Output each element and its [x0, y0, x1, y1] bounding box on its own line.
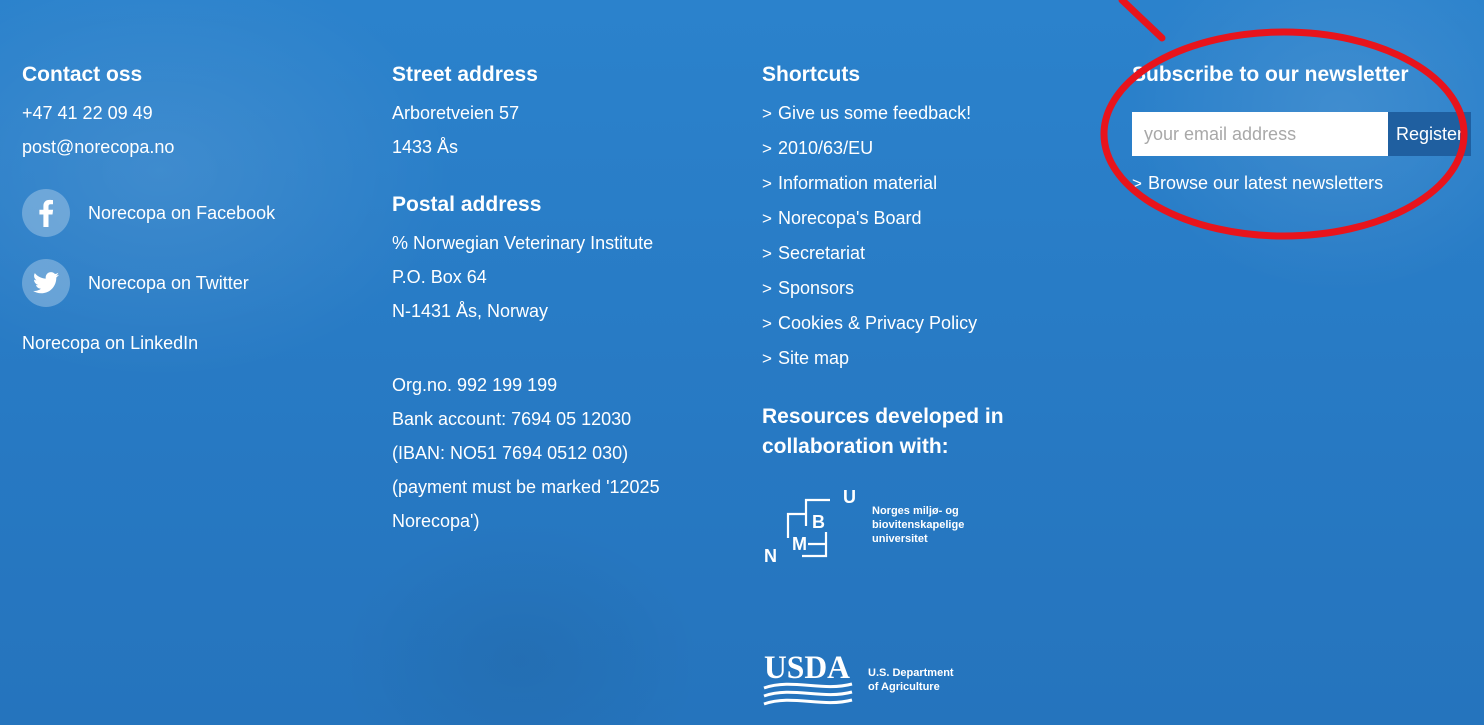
- shortcut-label: Give us some feedback!: [778, 103, 972, 123]
- shortcut-link-site-map[interactable]: > Site map: [762, 341, 1102, 376]
- usda-logo: USDA: [763, 650, 853, 706]
- shortcut-label: Information material: [778, 173, 938, 193]
- chevron-right-icon: >: [1132, 174, 1142, 193]
- shortcut-link-sponsors[interactable]: > Sponsors: [762, 271, 1102, 306]
- shortcut-link-directive[interactable]: >2010/63/EU: [762, 131, 1102, 166]
- twitter-label: Norecopa on Twitter: [88, 272, 249, 293]
- bank-account: Bank account: 7694 05 12030: [392, 409, 632, 429]
- usda-mark-text: USDA: [764, 650, 850, 686]
- nmbu-link[interactable]: U B M N Norges miljø- og biovitenskapeli…: [762, 486, 1102, 564]
- chevron-right-icon: >: [762, 139, 772, 158]
- register-button[interactable]: Register: [1388, 112, 1471, 156]
- shortcut-label: Secretariat: [778, 243, 866, 263]
- nmbu-letter-b: B: [812, 512, 825, 532]
- nmbu-name-line: biovitenskapelige: [872, 519, 965, 531]
- shortcut-link-information-material[interactable]: > Information material: [762, 166, 1102, 201]
- facebook-icon: [22, 189, 70, 237]
- postal-address-line: N-1431 Ås, Norway: [392, 301, 549, 321]
- postal-address-line: P.O. Box 64: [392, 267, 487, 287]
- facebook-label: Norecopa on Facebook: [88, 202, 276, 223]
- linkedin-link[interactable]: Norecopa on LinkedIn: [22, 328, 362, 358]
- shortcut-link-board[interactable]: > Norecopa's Board: [762, 201, 1102, 236]
- chevron-right-icon: >: [762, 349, 772, 368]
- nmbu-logo: U B M N: [764, 487, 856, 564]
- chevron-right-icon: >: [762, 174, 772, 193]
- shortcut-link-secretariat[interactable]: > Secretariat: [762, 236, 1102, 271]
- usda-name-line: U.S. Department: [868, 667, 954, 679]
- street-address-line: 1433 Ås: [392, 137, 459, 157]
- shortcut-link-cookies-privacy[interactable]: > Cookies & Privacy Policy: [762, 306, 1102, 341]
- nmbu-letter-n: N: [764, 546, 777, 564]
- chevron-right-icon: >: [762, 104, 772, 123]
- nmbu-name-line: universitet: [872, 533, 928, 545]
- org-number: Org.no. 992 199 199: [392, 375, 558, 395]
- nmbu-letter-m: M: [792, 534, 807, 554]
- newsletter-heading: Subscribe to our newsletter: [1132, 63, 1409, 86]
- iban: (IBAN: NO51 7694 0512 030): [392, 443, 629, 463]
- resources-heading-line: collaboration with:: [762, 435, 949, 458]
- usda-link[interactable]: USDA U.S. Department of Agriculture: [762, 648, 1102, 712]
- street-address-heading: Street address: [392, 63, 538, 86]
- street-address-line: Arboretveien 57: [392, 103, 520, 123]
- facebook-link[interactable]: Norecopa on Facebook: [22, 188, 362, 238]
- resources-heading: Resources developed in collaboration wit…: [762, 402, 1102, 462]
- chevron-right-icon: >: [762, 209, 772, 228]
- newsletter-column: Subscribe to our newsletter Register > Br…: [1132, 60, 1477, 199]
- shortcuts-column: Shortcuts > Give us some feedback! >2010/…: [762, 60, 1102, 712]
- chevron-right-icon: >: [762, 314, 772, 333]
- nmbu-name-line: Norges miljø- og: [872, 505, 959, 517]
- contact-heading: Contact oss: [22, 63, 143, 86]
- browse-newsletters-label: Browse our latest newsletters: [1148, 173, 1384, 193]
- contact-email[interactable]: post@norecopa.no: [22, 130, 362, 164]
- twitter-link[interactable]: Norecopa on Twitter: [22, 258, 362, 308]
- browse-newsletters-link[interactable]: > Browse our latest newsletters: [1132, 168, 1477, 199]
- postal-address-heading: Postal address: [392, 193, 542, 216]
- shortcut-label: Norecopa's Board: [778, 208, 922, 228]
- usda-name: U.S. Department of Agriculture: [868, 666, 954, 694]
- resources-heading-line: Resources developed in: [762, 405, 1004, 428]
- twitter-icon: [22, 259, 70, 307]
- nmbu-letter-u: U: [843, 487, 856, 507]
- shortcut-label: Site map: [778, 348, 850, 368]
- usda-name-line: of Agriculture: [868, 681, 940, 693]
- newsletter-email-input[interactable]: [1132, 112, 1388, 156]
- nmbu-name: Norges miljø- og biovitenskapelige unive…: [872, 504, 964, 546]
- shortcuts-heading: Shortcuts: [762, 63, 861, 86]
- postal-address-line: % Norwegian Veterinary Institute: [392, 233, 654, 253]
- chevron-right-icon: >: [762, 244, 772, 263]
- contact-phone[interactable]: +47 41 22 09 49: [22, 96, 362, 130]
- shortcut-label: Sponsors: [778, 278, 855, 298]
- payment-note: Norecopa'): [392, 511, 480, 531]
- newsletter-form: Register: [1132, 112, 1471, 156]
- chevron-right-icon: >: [762, 279, 772, 298]
- shortcut-label: Cookies & Privacy Policy: [778, 313, 978, 333]
- address-column: Street address Arboretveien 57 1433 Ås P…: [392, 60, 732, 538]
- shortcut-link-feedback[interactable]: > Give us some feedback!: [762, 96, 1102, 131]
- shortcut-label: 2010/63/EU: [778, 138, 874, 158]
- payment-note: (payment must be marked '12025: [392, 477, 660, 497]
- contact-column: Contact oss +47 41 22 09 49 post@norecop…: [22, 60, 362, 358]
